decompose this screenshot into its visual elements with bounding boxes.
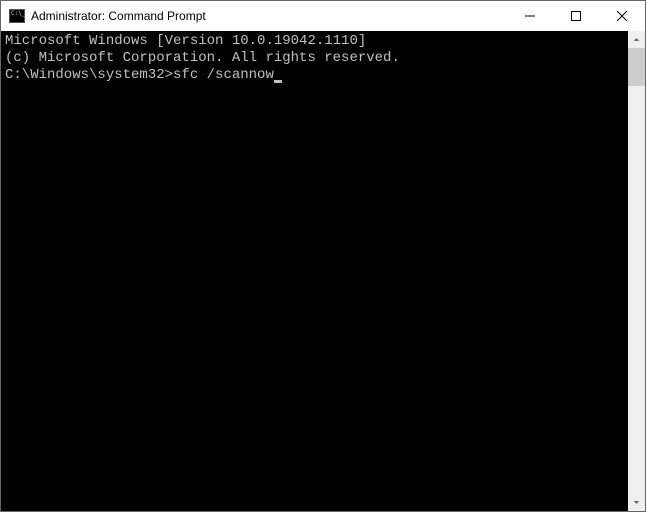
maximize-icon [571, 11, 581, 21]
prompt-line: C:\Windows\system32>sfc /scannow [5, 67, 624, 84]
minimize-button[interactable] [507, 1, 553, 31]
window-title: Administrator: Command Prompt [31, 9, 507, 23]
typed-command: sfc /scannow [173, 67, 274, 83]
scroll-track[interactable] [628, 48, 645, 494]
chevron-down-icon [633, 499, 640, 506]
maximize-button[interactable] [553, 1, 599, 31]
text-cursor [274, 80, 282, 83]
output-line: (c) Microsoft Corporation. All rights re… [5, 50, 624, 67]
scroll-thumb[interactable] [628, 48, 645, 86]
window-controls [507, 1, 645, 31]
terminal-output[interactable]: Microsoft Windows [Version 10.0.19042.11… [1, 31, 628, 511]
close-button[interactable] [599, 1, 645, 31]
console-area: Microsoft Windows [Version 10.0.19042.11… [1, 31, 645, 511]
command-prompt-window: Administrator: Command Prompt Microsoft … [0, 0, 646, 512]
cmd-icon [9, 9, 25, 23]
minimize-icon [525, 11, 535, 21]
scroll-down-button[interactable] [628, 494, 645, 511]
vertical-scrollbar[interactable] [628, 31, 645, 511]
chevron-up-icon [633, 36, 640, 43]
scroll-up-button[interactable] [628, 31, 645, 48]
output-line: Microsoft Windows [Version 10.0.19042.11… [5, 33, 624, 50]
prompt-path: C:\Windows\system32> [5, 67, 173, 83]
close-icon [617, 11, 627, 21]
title-bar[interactable]: Administrator: Command Prompt [1, 1, 645, 31]
